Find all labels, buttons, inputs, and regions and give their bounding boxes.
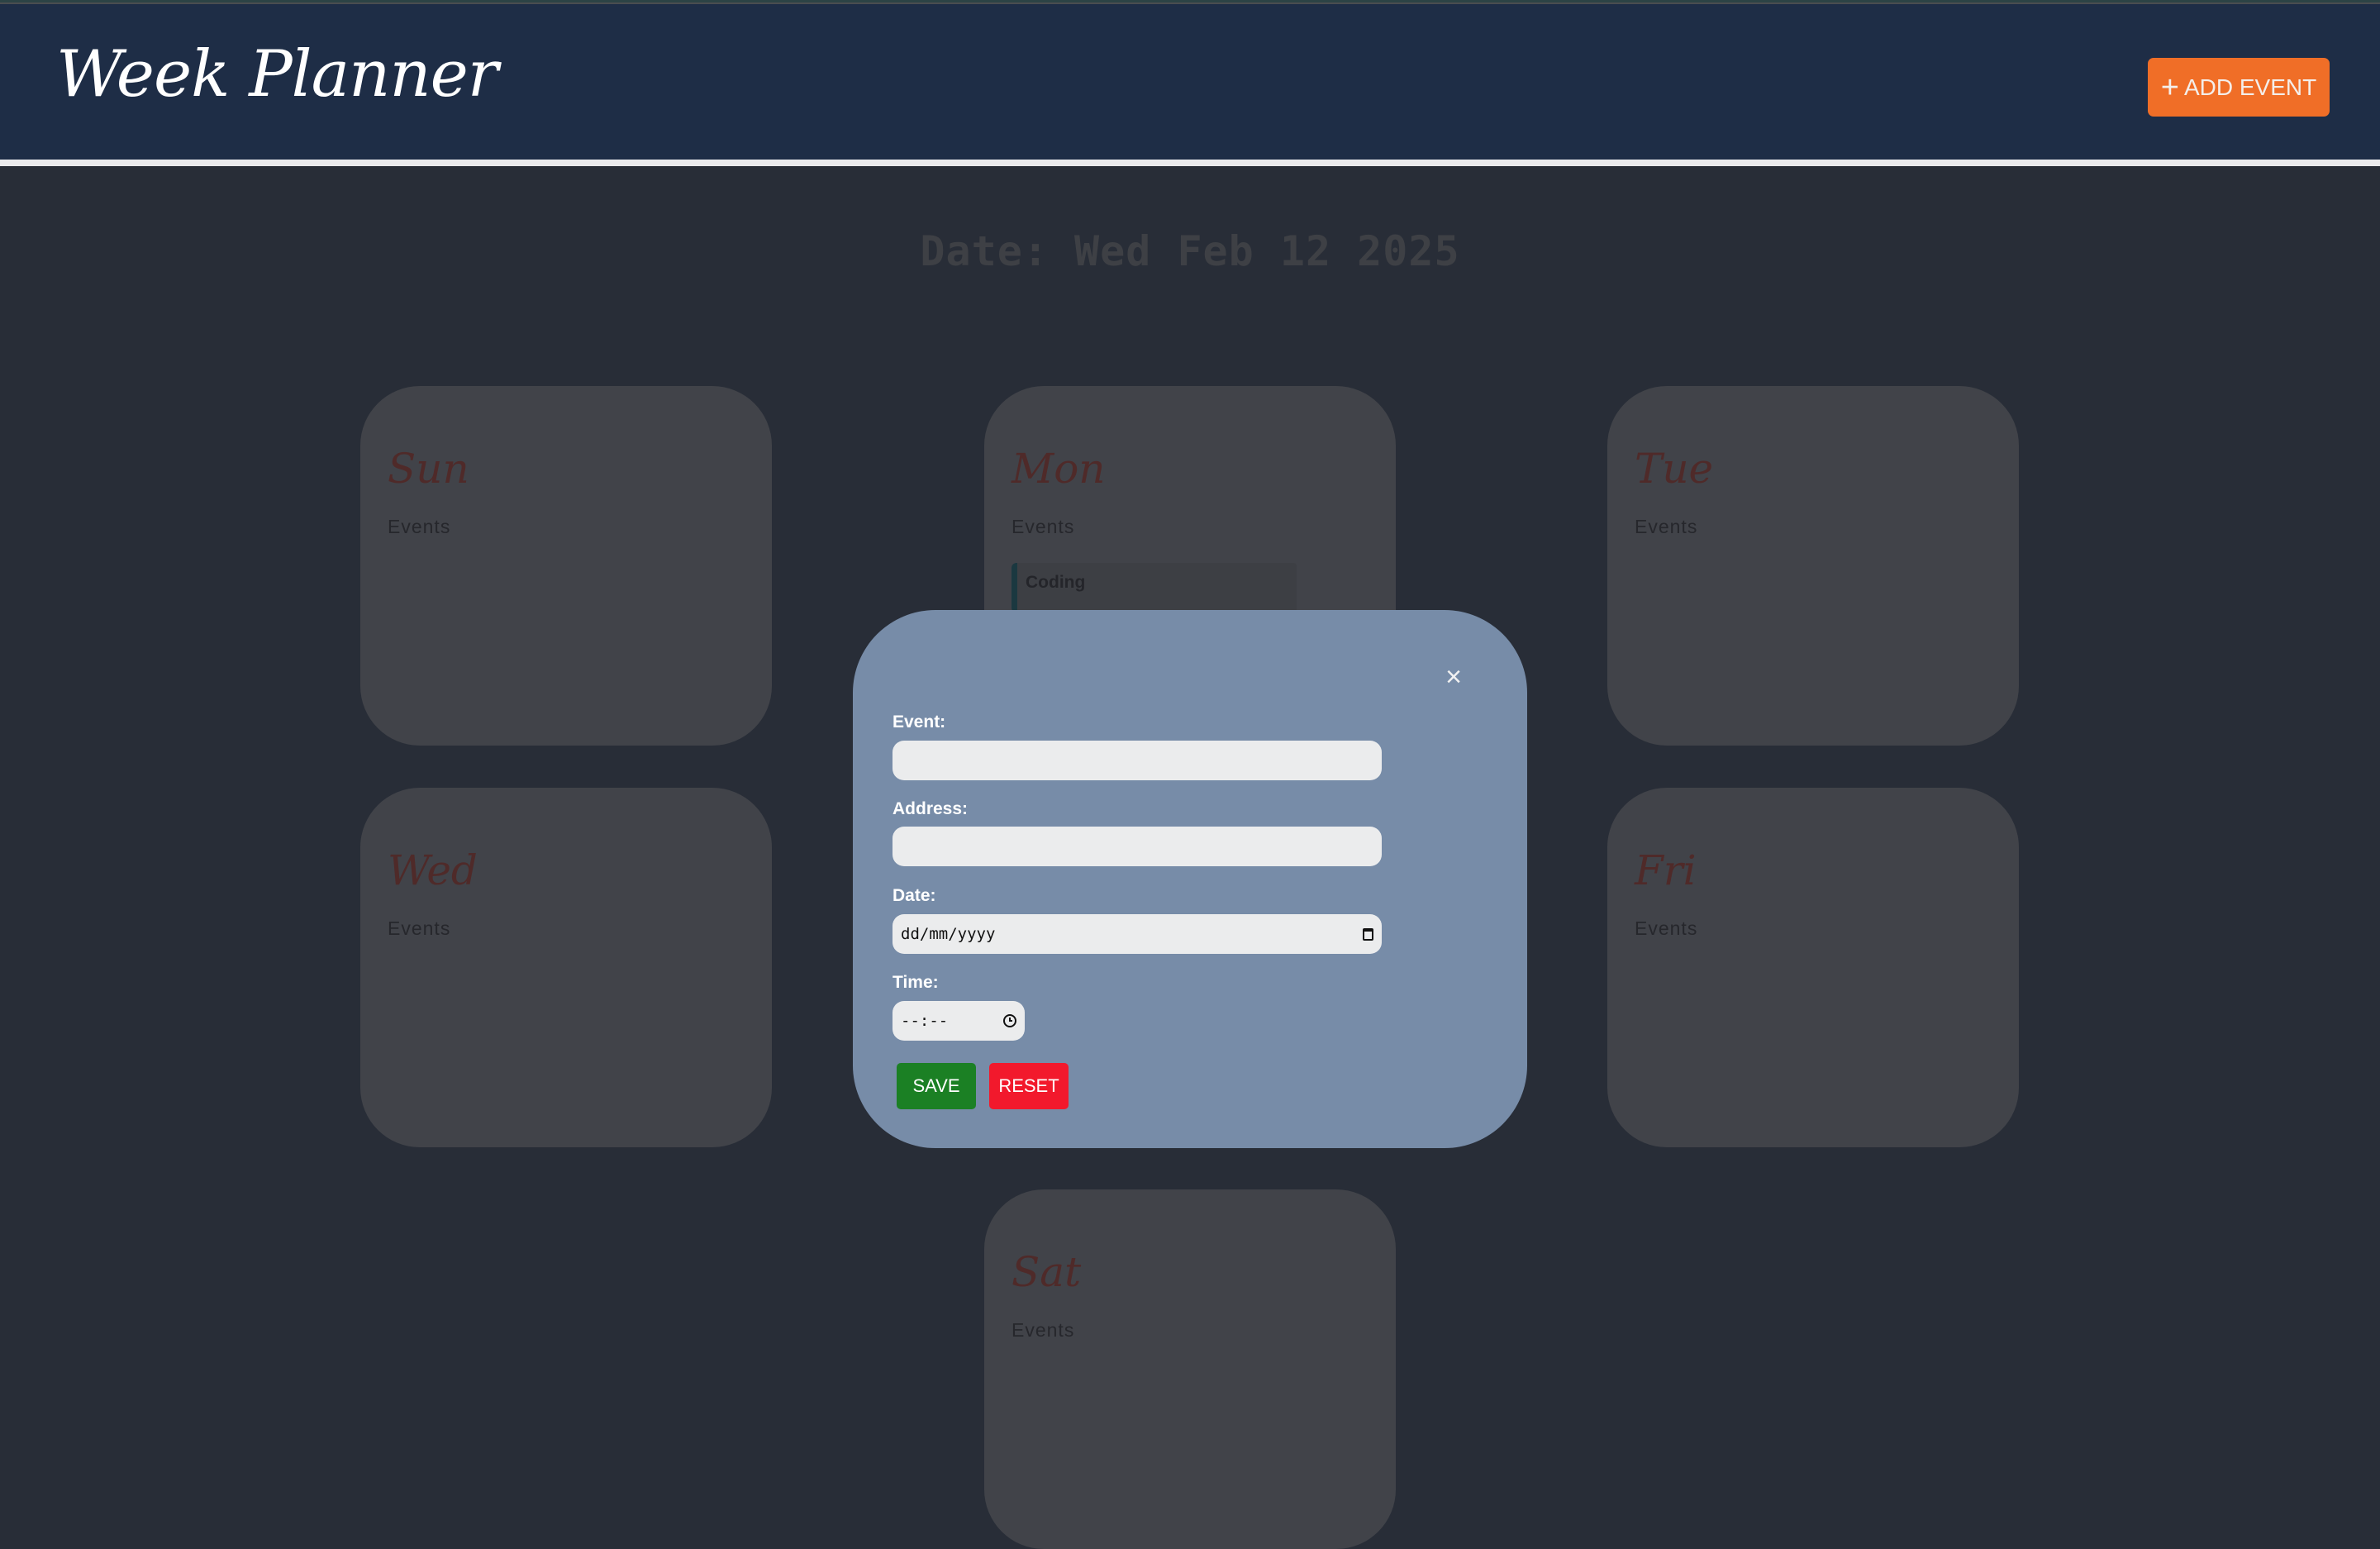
time-label: Time: bbox=[892, 973, 939, 992]
add-event-label: ADD EVENT bbox=[2183, 74, 2317, 100]
day-name: Sun bbox=[388, 445, 469, 493]
event-item[interactable]: Coding bbox=[1011, 563, 1297, 612]
day-name: Mon bbox=[1011, 445, 1106, 493]
events-label: Events bbox=[388, 516, 451, 537]
time-input[interactable]: --:-- bbox=[892, 1001, 1025, 1041]
day-card-tue: Tue Events bbox=[1607, 386, 2019, 746]
current-date: Date: Wed Feb 12 2025 bbox=[920, 227, 1460, 275]
day-name: Fri bbox=[1635, 846, 1697, 894]
add-event-button[interactable]: + ADD EVENT bbox=[2148, 58, 2330, 117]
day-name: Tue bbox=[1635, 445, 1714, 493]
day-card-sat: Sat Events bbox=[984, 1189, 1396, 1549]
header-divider bbox=[0, 160, 2380, 166]
address-input[interactable] bbox=[892, 827, 1382, 866]
events-label: Events bbox=[1011, 516, 1075, 537]
calendar-icon[interactable] bbox=[1363, 927, 1373, 941]
reset-button[interactable]: RESET bbox=[989, 1063, 1069, 1109]
events-label: Events bbox=[1635, 516, 1698, 537]
close-icon[interactable]: × bbox=[1442, 663, 1465, 691]
save-button[interactable]: SAVE bbox=[897, 1063, 976, 1109]
event-label: Event: bbox=[892, 713, 946, 732]
app-title: Week Planner bbox=[56, 37, 498, 112]
day-card-fri: Fri Events bbox=[1607, 788, 2019, 1147]
events-label: Events bbox=[388, 917, 451, 939]
date-label: Date: bbox=[892, 886, 936, 905]
clock-icon[interactable] bbox=[1003, 1014, 1016, 1027]
events-label: Events bbox=[1011, 1319, 1075, 1341]
address-label: Address: bbox=[892, 799, 969, 818]
day-card-wed: Wed Events bbox=[360, 788, 772, 1147]
day-name: Sat bbox=[1011, 1248, 1082, 1296]
events-label: Events bbox=[1635, 917, 1698, 939]
time-placeholder: --:-- bbox=[901, 1012, 949, 1030]
day-card-sun: Sun Events bbox=[360, 386, 772, 746]
event-input[interactable] bbox=[892, 741, 1382, 780]
date-input[interactable]: dd/mm/yyyy bbox=[892, 914, 1382, 954]
day-name: Wed bbox=[388, 846, 478, 894]
date-placeholder: dd/mm/yyyy bbox=[901, 925, 996, 943]
app-header: Week Planner + ADD EVENT bbox=[0, 4, 2380, 160]
plus-icon: + bbox=[2160, 69, 2179, 105]
